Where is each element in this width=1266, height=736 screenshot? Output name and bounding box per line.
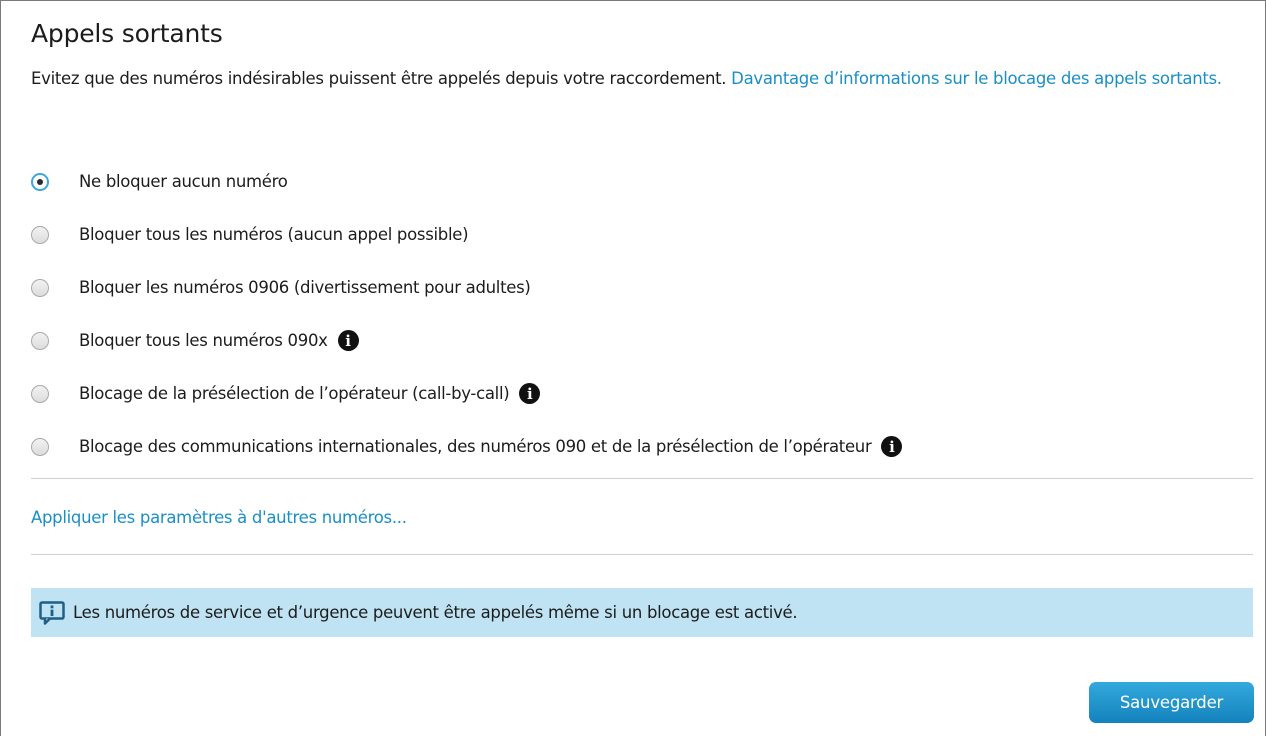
save-button[interactable]: Sauvegarder <box>1089 682 1254 723</box>
page-title: Appels sortants <box>31 19 223 48</box>
radio-no-block[interactable] <box>31 172 49 191</box>
info-icon[interactable]: i <box>337 330 359 351</box>
intro-paragraph: Evitez que des numéros indésirables puis… <box>31 68 1246 90</box>
more-info-link[interactable]: Davantage d’informations sur le blocage … <box>731 69 1222 88</box>
option-block-all[interactable]: Bloquer tous les numéros (aucun appel po… <box>31 208 1251 261</box>
option-label: Blocage des communications international… <box>79 437 872 456</box>
option-label: Bloquer les numéros 0906 (divertissement… <box>79 278 531 297</box>
divider <box>31 554 1253 555</box>
option-label: Bloquer tous les numéros (aucun appel po… <box>79 225 469 244</box>
apply-to-other-numbers-link[interactable]: Appliquer les paramètres à d'autres numé… <box>31 508 407 527</box>
radio-block-0906[interactable] <box>31 278 49 297</box>
intro-text: Evitez que des numéros indésirables puis… <box>31 69 732 88</box>
divider <box>31 478 1253 479</box>
option-label: Blocage de la présélection de l’opérateu… <box>79 384 510 403</box>
radio-block-090x[interactable] <box>31 331 49 350</box>
option-label: Bloquer tous les numéros 090x <box>79 331 328 350</box>
radio-block-all[interactable] <box>31 225 49 244</box>
info-icon[interactable]: i <box>881 436 903 457</box>
option-block-090x[interactable]: Bloquer tous les numéros 090x i <box>31 314 1251 367</box>
notice-text: Les numéros de service et d’urgence peuv… <box>73 603 798 622</box>
blocking-options: Ne bloquer aucun numéro Bloquer tous les… <box>31 155 1251 473</box>
option-block-international[interactable]: Blocage des communications international… <box>31 420 1251 473</box>
option-block-0906[interactable]: Bloquer les numéros 0906 (divertissement… <box>31 261 1251 314</box>
info-icon[interactable]: i <box>519 383 541 404</box>
option-block-call-by-call[interactable]: Blocage de la présélection de l’opérateu… <box>31 367 1251 420</box>
option-label: Ne bloquer aucun numéro <box>79 172 288 191</box>
outgoing-calls-panel: Appels sortants Evitez que des numéros i… <box>0 0 1266 736</box>
option-no-block[interactable]: Ne bloquer aucun numéro <box>31 155 1251 208</box>
radio-block-international[interactable] <box>31 437 49 456</box>
radio-block-call-by-call[interactable] <box>31 384 49 403</box>
info-notice: Les numéros de service et d’urgence peuv… <box>31 588 1253 637</box>
info-speech-bubble-icon <box>39 600 65 625</box>
